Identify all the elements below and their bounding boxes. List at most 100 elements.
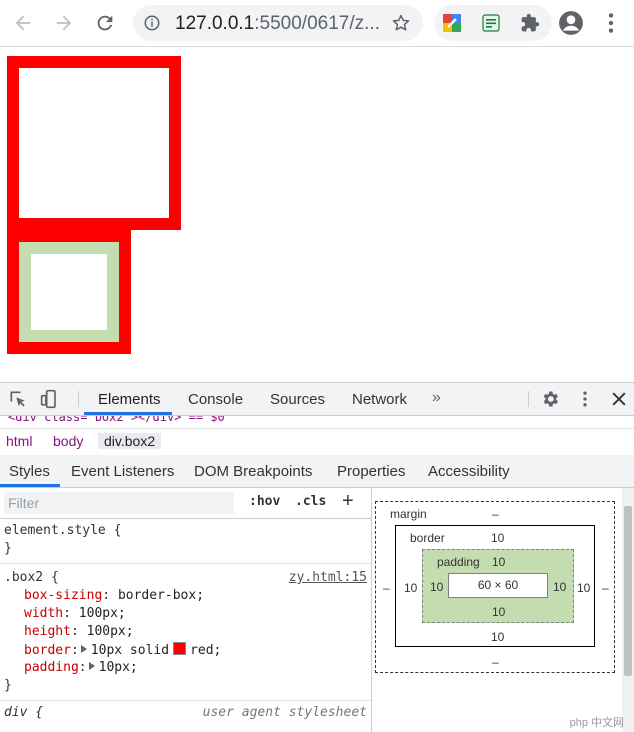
inspect-element-icon[interactable] bbox=[8, 389, 28, 409]
gear-icon[interactable] bbox=[540, 389, 560, 409]
box-model-border[interactable]: border 10 10 10 10 padding 10 10 10 10 6… bbox=[395, 525, 595, 647]
prop-value: 100px; bbox=[86, 624, 134, 639]
tab-console[interactable]: Console bbox=[188, 391, 243, 408]
box-model-scrollbar[interactable] bbox=[622, 488, 634, 732]
border-left-value[interactable]: 10 bbox=[404, 581, 417, 595]
styles-pane: :hov .cls + element.style { } .box2 { zy… bbox=[0, 488, 372, 732]
device-toolbar-icon[interactable] bbox=[40, 389, 60, 409]
url-path: :5500/0617/z... bbox=[254, 13, 380, 34]
kebab-menu-icon[interactable] bbox=[575, 389, 595, 409]
address-bar[interactable]: 127.0.0.1:5500/0617/z... bbox=[133, 5, 423, 41]
box2-padding-area bbox=[19, 242, 119, 342]
tab-network[interactable]: Network bbox=[352, 391, 407, 408]
rule-close: } bbox=[4, 541, 12, 556]
breadcrumb: html body div.box2 bbox=[0, 428, 634, 456]
padding-label: padding bbox=[437, 555, 480, 569]
margin-left-value[interactable]: – bbox=[383, 581, 390, 595]
rule-div-user-agent: div { user agent stylesheet bbox=[0, 701, 371, 731]
rule-source-link[interactable]: zy.html:15 bbox=[289, 570, 367, 585]
document-extension-icon[interactable] bbox=[481, 13, 501, 33]
color-picker-extension-icon[interactable] bbox=[442, 13, 462, 33]
tab-event-listeners[interactable]: Event Listeners bbox=[71, 463, 174, 480]
breadcrumb-body[interactable]: body bbox=[53, 433, 83, 449]
kebab-menu-icon[interactable] bbox=[598, 10, 624, 36]
tab-dom-breakpoints[interactable]: DOM Breakpoints bbox=[194, 463, 312, 480]
styles-filter-input[interactable] bbox=[4, 492, 234, 514]
new-style-rule-button[interactable]: + bbox=[342, 490, 354, 513]
padding-left-value[interactable]: 10 bbox=[430, 580, 443, 594]
prop-value: 10px solid bbox=[90, 643, 170, 658]
margin-bottom-value[interactable]: – bbox=[492, 655, 499, 669]
rule-selector[interactable]: .box2 { bbox=[4, 570, 59, 585]
page-viewport bbox=[0, 47, 634, 382]
prop-value: 10px; bbox=[98, 660, 138, 675]
box-model-margin[interactable]: margin – – – – border 10 10 10 10 paddin… bbox=[375, 501, 615, 673]
devtools-panel: Elements Console Sources Network » <div … bbox=[0, 382, 634, 732]
active-subtab-indicator bbox=[0, 484, 60, 487]
tab-styles[interactable]: Styles bbox=[9, 463, 50, 480]
border-top-value[interactable]: 10 bbox=[491, 531, 504, 545]
box-model-content[interactable]: 60 × 60 bbox=[448, 573, 548, 598]
reload-button[interactable] bbox=[92, 10, 118, 36]
declaration-width[interactable]: width: 100px; bbox=[24, 606, 126, 621]
info-icon bbox=[144, 15, 160, 31]
border-label: border bbox=[410, 531, 445, 545]
padding-top-value[interactable]: 10 bbox=[492, 555, 505, 569]
tab-properties[interactable]: Properties bbox=[337, 463, 405, 480]
close-icon[interactable] bbox=[609, 389, 629, 409]
dom-tree-peek: <div class="box2"></div> == $0 bbox=[0, 416, 634, 428]
extensions-group bbox=[434, 5, 552, 41]
declaration-height[interactable]: height: 100px; bbox=[24, 624, 134, 639]
toolbar-divider bbox=[78, 391, 79, 407]
declaration-border[interactable]: border: 10px solid red; bbox=[24, 642, 221, 658]
expand-triangle-icon[interactable] bbox=[80, 645, 87, 653]
padding-bottom-value[interactable]: 10 bbox=[492, 605, 505, 619]
expand-triangle-icon[interactable] bbox=[88, 662, 95, 670]
devtools-tab-bar: Elements Console Sources Network » bbox=[0, 383, 634, 416]
margin-label: margin bbox=[390, 507, 427, 521]
breadcrumb-html[interactable]: html bbox=[6, 433, 32, 449]
rule-selector[interactable]: div { bbox=[4, 705, 43, 720]
cls-toggle[interactable]: .cls bbox=[295, 494, 326, 509]
hov-toggle[interactable]: :hov bbox=[249, 494, 280, 509]
rule-close: } bbox=[4, 678, 12, 693]
profile-avatar-icon[interactable] bbox=[558, 10, 584, 36]
border-right-value[interactable]: 10 bbox=[577, 581, 590, 595]
rule-box2: .box2 { zy.html:15 box-sizing: border-bo… bbox=[0, 564, 371, 701]
more-tabs-button[interactable]: » bbox=[432, 389, 441, 407]
forward-button[interactable] bbox=[51, 10, 77, 36]
dom-line[interactable]: <div class="box2"></div> == $0 bbox=[8, 416, 225, 424]
prop-value: border-box; bbox=[117, 588, 205, 603]
margin-right-value[interactable]: – bbox=[602, 581, 609, 595]
url-text: 127.0.0.1:5500/0617/z... bbox=[175, 13, 380, 35]
tab-sources[interactable]: Sources bbox=[270, 391, 325, 408]
declaration-box-sizing[interactable]: box-sizing: border-box; bbox=[24, 588, 204, 603]
puzzle-icon[interactable] bbox=[520, 13, 540, 33]
watermark-logo: php 中文网 bbox=[569, 717, 624, 729]
prop-name: width bbox=[24, 606, 64, 621]
declaration-padding[interactable]: padding: 10px; bbox=[24, 660, 138, 675]
back-button[interactable] bbox=[10, 10, 36, 36]
url-host: 127.0.0.1 bbox=[175, 13, 255, 34]
tab-accessibility[interactable]: Accessibility bbox=[428, 463, 510, 480]
prop-value: 100px; bbox=[78, 606, 126, 621]
prop-name: box-sizing bbox=[24, 588, 103, 603]
box-model-pane: margin – – – – border 10 10 10 10 paddin… bbox=[372, 488, 634, 732]
rule-selector[interactable]: element.style { bbox=[4, 523, 121, 538]
toolbar-divider-right bbox=[528, 391, 529, 407]
border-bottom-value[interactable]: 10 bbox=[491, 630, 504, 644]
box1 bbox=[7, 56, 181, 230]
breadcrumb-div-box2[interactable]: div.box2 bbox=[98, 433, 162, 449]
prop-name: padding bbox=[24, 660, 79, 675]
active-tab-indicator bbox=[84, 412, 172, 415]
styles-filter-bar: :hov .cls + bbox=[0, 488, 371, 519]
box-model-padding[interactable]: padding 10 10 10 10 60 × 60 bbox=[422, 549, 574, 623]
tab-elements[interactable]: Elements bbox=[98, 391, 161, 408]
margin-top-value[interactable]: – bbox=[492, 507, 499, 521]
star-icon[interactable] bbox=[391, 13, 411, 33]
scrollbar-thumb[interactable] bbox=[624, 506, 632, 676]
color-swatch[interactable] bbox=[173, 642, 187, 655]
arrow-left-icon bbox=[15, 15, 31, 31]
padding-right-value[interactable]: 10 bbox=[553, 580, 566, 594]
prop-value-color: red; bbox=[190, 643, 222, 658]
